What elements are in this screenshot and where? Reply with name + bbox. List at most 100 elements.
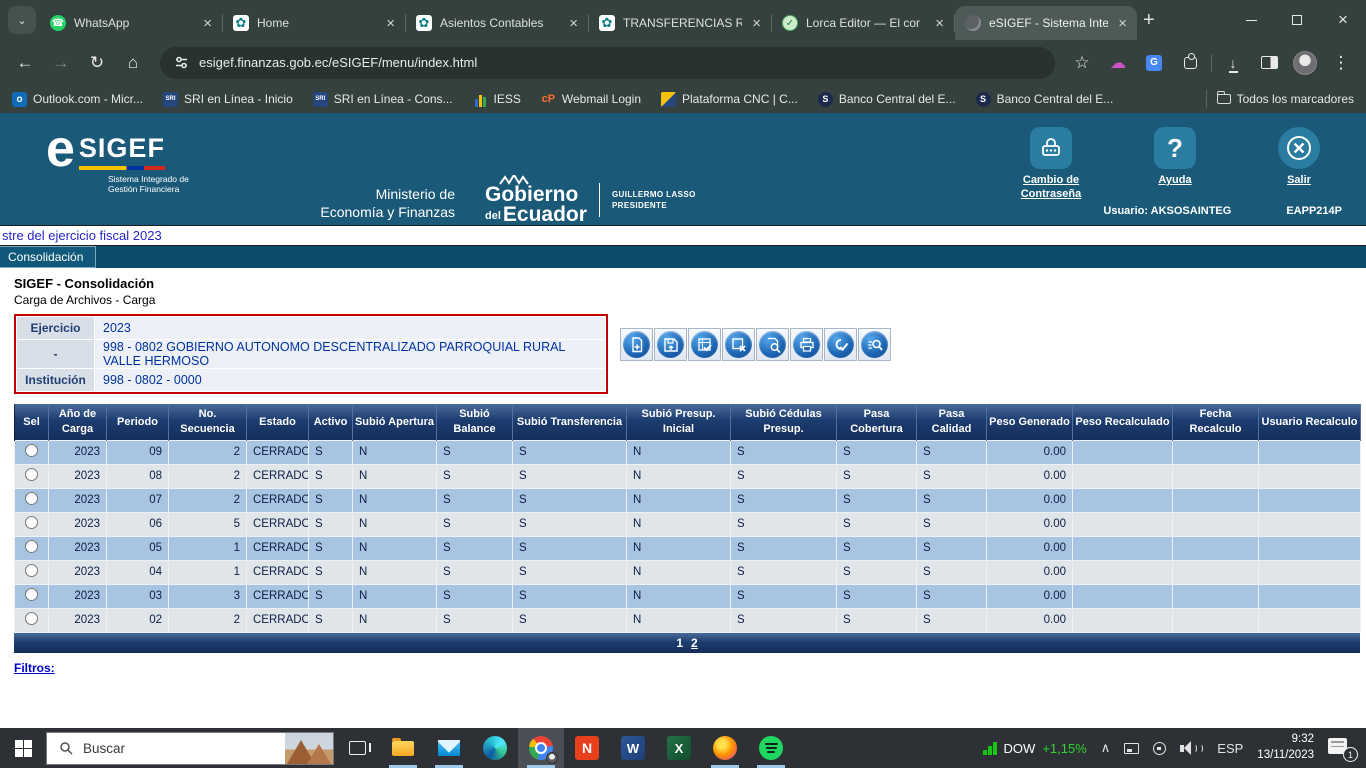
- delete-button[interactable]: [722, 328, 755, 361]
- browser-tab[interactable]: ✿Home×: [223, 6, 405, 40]
- header-action-lock[interactable]: Cambio de Contraseña: [1008, 127, 1094, 202]
- column-header[interactable]: Activo: [309, 404, 353, 440]
- bookmark-item[interactable]: SBanco Central del E...: [818, 92, 956, 107]
- column-header[interactable]: Subió Presup. Inicial: [627, 404, 731, 440]
- row-select-radio[interactable]: [25, 444, 38, 457]
- search-highlight-image[interactable]: [285, 733, 333, 764]
- taskbar-app-spotify[interactable]: [748, 728, 794, 768]
- column-header[interactable]: Peso Generado: [987, 404, 1073, 440]
- column-header[interactable]: Peso Recalculado: [1073, 404, 1173, 440]
- header-action-exit[interactable]: Salir: [1256, 127, 1342, 202]
- tab-close-icon[interactable]: ×: [384, 15, 397, 32]
- extension-cloud-button[interactable]: ☁: [1103, 48, 1133, 78]
- column-header[interactable]: Año de Carga: [49, 404, 107, 440]
- validate-button[interactable]: [824, 328, 857, 361]
- browser-tab[interactable]: ✓Lorca Editor — El cor×: [772, 6, 954, 40]
- taskbar-search-input[interactable]: Buscar: [46, 732, 334, 765]
- row-select-radio[interactable]: [25, 540, 38, 553]
- bookmark-star-button[interactable]: ☆: [1067, 48, 1097, 78]
- extensions-button[interactable]: [1175, 48, 1205, 78]
- column-header[interactable]: Fecha Recalculo: [1173, 404, 1259, 440]
- filters-link[interactable]: Filtros:: [14, 661, 55, 675]
- header-action-question[interactable]: ?Ayuda: [1132, 127, 1218, 202]
- window-minimize-button[interactable]: [1228, 0, 1274, 40]
- forward-button[interactable]: →: [46, 48, 76, 78]
- taskbar-app-task-view[interactable]: [334, 728, 380, 768]
- form-check-button[interactable]: [688, 328, 721, 361]
- print-button[interactable]: [790, 328, 823, 361]
- side-panel-button[interactable]: [1254, 48, 1284, 78]
- start-button[interactable]: [0, 728, 46, 768]
- address-bar[interactable]: esigef.finanzas.gob.ec/eSIGEF/menu/index…: [160, 47, 1055, 79]
- taskbar-app-chrome[interactable]: [518, 728, 564, 768]
- row-select-radio[interactable]: [25, 588, 38, 601]
- bookmark-item[interactable]: SRISRI en Línea - Inicio: [163, 92, 293, 107]
- row-select-radio[interactable]: [25, 468, 38, 481]
- bookmark-item[interactable]: Plataforma CNC | C...: [661, 92, 798, 107]
- bookmark-item[interactable]: oOutlook.com - Micr...: [12, 92, 143, 107]
- browser-menu-button[interactable]: ⋮: [1326, 48, 1356, 78]
- search-button[interactable]: [858, 328, 891, 361]
- reload-button[interactable]: ↻: [82, 48, 112, 78]
- meet-now-icon[interactable]: [1153, 742, 1166, 755]
- column-header[interactable]: Periodo: [107, 404, 169, 440]
- row-select-radio[interactable]: [25, 564, 38, 577]
- downloads-button[interactable]: ↓: [1218, 48, 1248, 78]
- save-button[interactable]: [654, 328, 687, 361]
- taskbar-app-excel[interactable]: X: [656, 728, 702, 768]
- taskbar-app-mail[interactable]: [426, 728, 472, 768]
- taskbar-app-nitro[interactable]: N: [564, 728, 610, 768]
- column-header[interactable]: Usuario Recalculo: [1259, 404, 1361, 440]
- tab-close-icon[interactable]: ×: [201, 15, 214, 32]
- all-bookmarks-button[interactable]: Todos los marcadores: [1217, 92, 1354, 106]
- tab-search-button[interactable]: ⌄: [8, 6, 36, 34]
- taskbar-app-explorer[interactable]: [380, 728, 426, 768]
- language-indicator[interactable]: ESP: [1217, 741, 1243, 756]
- column-header[interactable]: Subió Apertura: [353, 404, 437, 440]
- tab-close-icon[interactable]: ×: [750, 15, 763, 32]
- bookmark-item[interactable]: SBanco Central del E...: [976, 92, 1114, 107]
- notification-center-button[interactable]: 1: [1328, 736, 1358, 760]
- column-header[interactable]: Subió Balance: [437, 404, 513, 440]
- profile-button[interactable]: [1290, 48, 1320, 78]
- volume-icon[interactable]: [1180, 741, 1203, 755]
- tab-close-icon[interactable]: ×: [567, 15, 580, 32]
- column-header[interactable]: Estado: [247, 404, 309, 440]
- clock[interactable]: 9:32 13/11/2023: [1257, 732, 1314, 763]
- preview-button[interactable]: [756, 328, 789, 361]
- column-header[interactable]: Subió Transferencia: [513, 404, 627, 440]
- column-header[interactable]: Pasa Cobertura: [837, 404, 917, 440]
- row-select-radio[interactable]: [25, 516, 38, 529]
- column-header[interactable]: Pasa Calidad: [917, 404, 987, 440]
- taskbar-app-firefox[interactable]: [702, 728, 748, 768]
- tab-close-icon[interactable]: ×: [933, 15, 946, 32]
- new-file-button[interactable]: [620, 328, 653, 361]
- row-select-radio[interactable]: [25, 492, 38, 505]
- tab-close-icon[interactable]: ×: [1116, 15, 1129, 32]
- network-icon[interactable]: [1124, 743, 1139, 754]
- browser-tab[interactable]: ✿TRANSFERENCIAS RE×: [589, 6, 771, 40]
- pagination-page-link[interactable]: 2: [691, 636, 698, 650]
- new-tab-button[interactable]: +: [1143, 9, 1155, 32]
- browser-tab[interactable]: ☎WhatsApp×: [40, 6, 222, 40]
- column-header[interactable]: No. Secuencia: [169, 404, 247, 440]
- browser-tab[interactable]: eSIGEF - Sistema Inte×: [955, 6, 1137, 40]
- bookmark-item[interactable]: SRISRI en Línea - Cons...: [313, 92, 453, 107]
- bookmark-item[interactable]: IESS: [473, 92, 521, 107]
- bookmark-item[interactable]: cPWebmail Login: [541, 92, 641, 107]
- column-header[interactable]: Sel: [15, 404, 49, 440]
- row-select-radio[interactable]: [25, 612, 38, 625]
- taskbar-app-word[interactable]: W: [610, 728, 656, 768]
- menu-item-consolidacion[interactable]: Consolidación: [0, 246, 96, 268]
- window-close-button[interactable]: ×: [1320, 0, 1366, 40]
- column-header[interactable]: Subió Cédulas Presup.: [731, 404, 837, 440]
- taskbar-app-edge[interactable]: [472, 728, 518, 768]
- window-maximize-button[interactable]: [1274, 0, 1320, 40]
- site-info-icon[interactable]: [174, 55, 189, 70]
- back-button[interactable]: ←: [10, 48, 40, 78]
- stock-widget[interactable]: DOW +1,15%: [983, 741, 1087, 756]
- translate-button[interactable]: G: [1139, 48, 1169, 78]
- home-button[interactable]: ⌂: [118, 48, 148, 78]
- browser-tab[interactable]: ✿Asientos Contables×: [406, 6, 588, 40]
- tray-expand-button[interactable]: ∧: [1101, 740, 1111, 756]
